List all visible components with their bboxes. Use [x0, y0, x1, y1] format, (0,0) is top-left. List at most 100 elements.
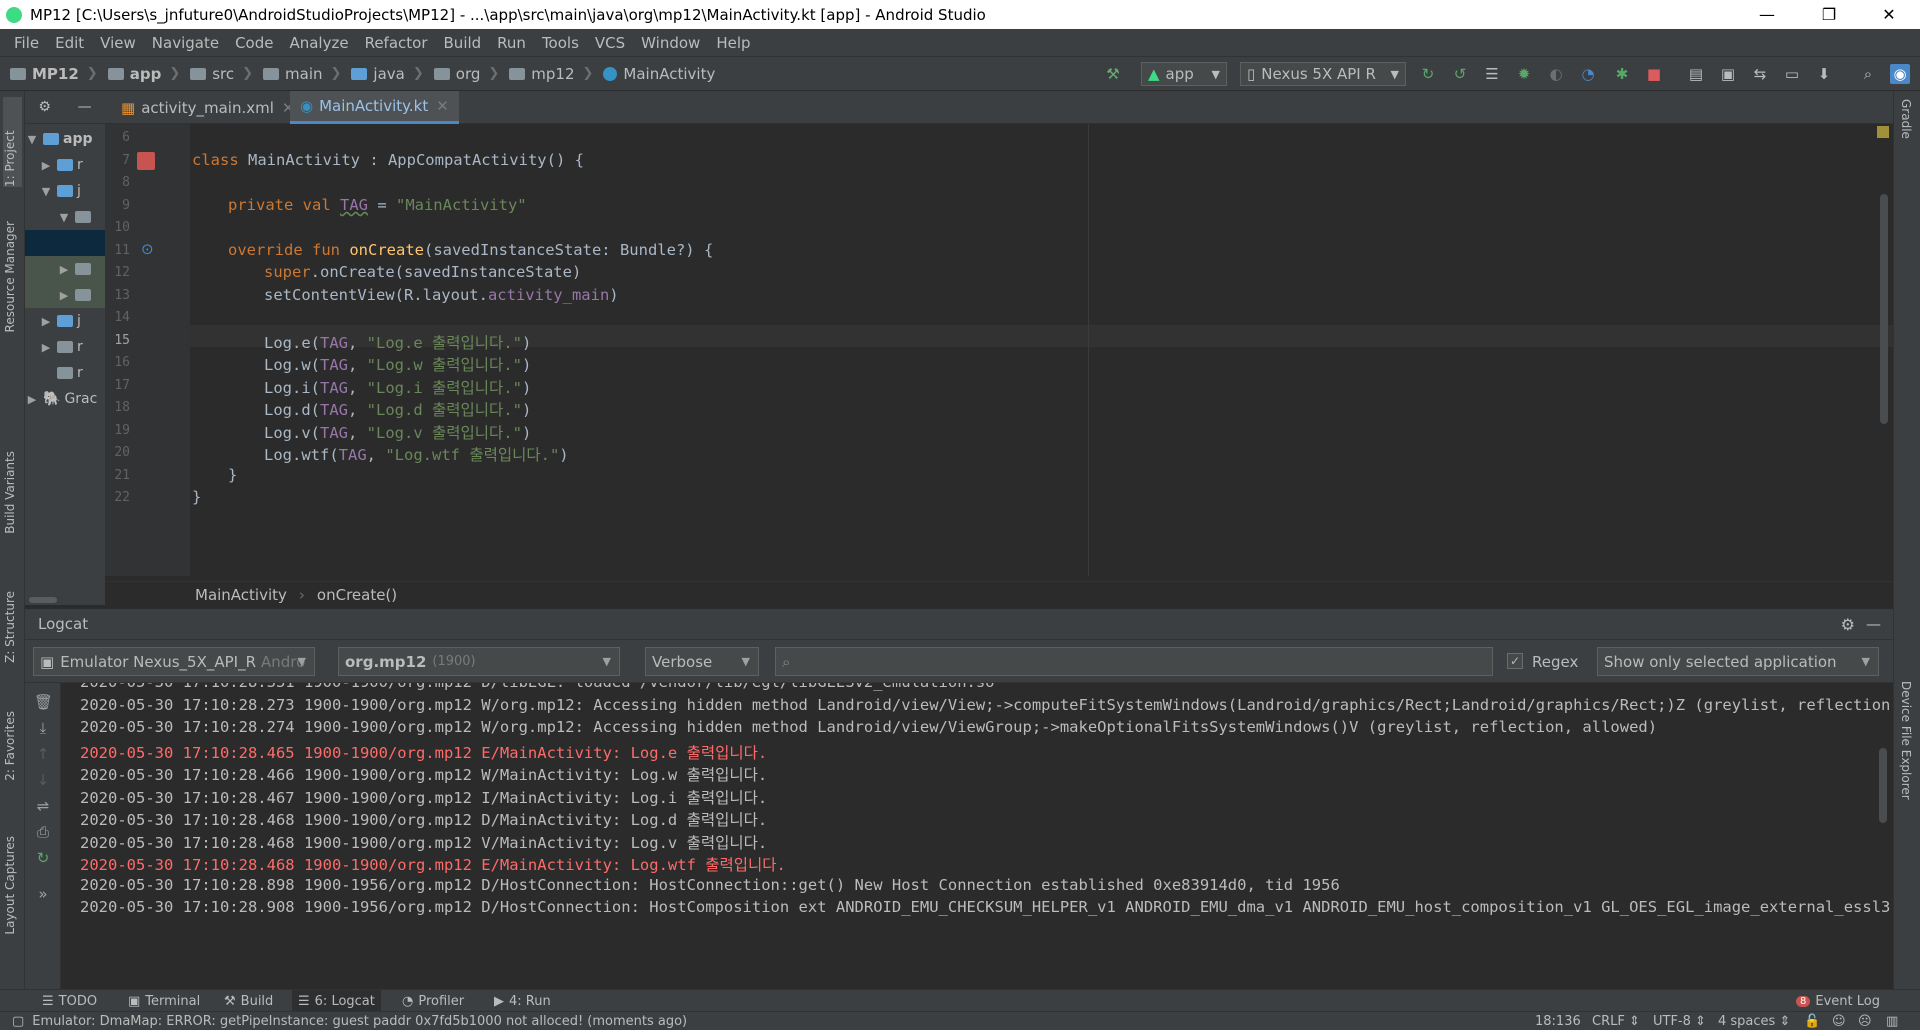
menu-edit[interactable]: Edit: [47, 34, 92, 52]
close-tab-icon[interactable]: ✕: [436, 97, 449, 115]
tab-device-file-explorer[interactable]: Device File Explorer: [1899, 681, 1913, 800]
sync-gradle-icon[interactable]: ▣: [1718, 64, 1738, 84]
inspection-status-icon[interactable]: [1877, 126, 1889, 138]
device-manager-icon[interactable]: ▭: [1782, 64, 1802, 84]
search-icon[interactable]: ⌕: [1858, 64, 1878, 84]
regex-checkbox[interactable]: ✓: [1507, 653, 1523, 669]
close-button[interactable]: ✕: [1866, 0, 1912, 29]
debug-icon[interactable]: ✹: [1514, 64, 1534, 84]
stop-icon[interactable]: ■: [1644, 64, 1664, 84]
tab-build-variants[interactable]: Build Variants: [3, 451, 17, 534]
line-separator[interactable]: CRLF ⇕: [1592, 1014, 1640, 1029]
tree-row[interactable]: ▶: [25, 282, 105, 308]
layout-preview-icon[interactable]: [137, 152, 155, 170]
tree-row[interactable]: ▼: [25, 204, 105, 230]
sdk-manager-icon[interactable]: ⬇: [1814, 64, 1834, 84]
menu-view[interactable]: View: [92, 34, 144, 52]
indent-setting[interactable]: 4 spaces ⇕: [1718, 1014, 1790, 1029]
crumb-app[interactable]: app ❯: [107, 65, 180, 83]
hammer-icon[interactable]: ⚒: [1103, 64, 1123, 84]
logcat-search-input[interactable]: ⌕: [775, 647, 1493, 676]
crumb-mp12[interactable]: mp12 ❯: [509, 65, 593, 83]
tree-row[interactable]: ▼ j: [25, 178, 105, 204]
tab-project[interactable]: 1: Project: [3, 97, 22, 187]
menu-tools[interactable]: Tools: [534, 34, 587, 52]
profile-icon[interactable]: ◔: [1578, 64, 1598, 84]
code-editor[interactable]: 6 7 8 9 10 11 12 13 14 15 16 17 18 19 20…: [105, 124, 1893, 576]
menu-help[interactable]: Help: [708, 34, 758, 52]
tree-row[interactable]: r: [25, 360, 105, 386]
menu-build[interactable]: Build: [436, 34, 490, 52]
menu-analyze[interactable]: Analyze: [281, 34, 356, 52]
breadcrumb-class[interactable]: MainActivity: [195, 586, 287, 604]
apply-changes-icon[interactable]: ↻: [1418, 64, 1438, 84]
run-list-icon[interactable]: ☰: [1482, 64, 1502, 84]
crumb-java[interactable]: java ❯: [351, 65, 424, 83]
tab-activity-main-xml[interactable]: ▦ activity_main.xml ✕: [111, 91, 304, 124]
tab-favorites[interactable]: 2: Favorites: [3, 711, 17, 781]
gear-icon[interactable]: ⚙: [38, 99, 51, 115]
coverage-icon[interactable]: ◐: [1546, 64, 1566, 84]
arrow-down-icon[interactable]: ↓: [34, 771, 52, 789]
scroll-to-end-icon[interactable]: ⤓: [34, 719, 52, 737]
caret-position[interactable]: 18:136: [1535, 1014, 1581, 1029]
arrow-up-icon[interactable]: ↑: [34, 745, 52, 763]
menu-file[interactable]: File: [6, 34, 47, 52]
print-icon[interactable]: ⎙: [34, 823, 52, 841]
file-encoding[interactable]: UTF-8 ⇕: [1653, 1014, 1706, 1029]
memory-icon[interactable]: ▥: [1886, 1014, 1898, 1029]
tree-row[interactable]: ▶ r: [25, 334, 105, 360]
menu-vcs[interactable]: VCS: [587, 34, 633, 52]
override-marker-icon[interactable]: ⊙: [141, 240, 154, 258]
apply-code-changes-icon[interactable]: ↺: [1450, 64, 1470, 84]
hide-icon[interactable]: —: [78, 99, 92, 115]
run-config-select[interactable]: ▲ app ▼: [1141, 62, 1227, 86]
logcat-scrollbar[interactable]: [1879, 748, 1887, 823]
project-structure-icon[interactable]: ▤: [1686, 64, 1706, 84]
attach-debugger-icon[interactable]: ✱: [1612, 64, 1632, 84]
tab-build[interactable]: ⚒ Build: [218, 990, 279, 1012]
crumb-project[interactable]: MP12 ❯: [10, 65, 98, 83]
tree-row[interactable]: ▶ j: [25, 308, 105, 334]
editor-scrollbar[interactable]: [1880, 194, 1888, 424]
menu-code[interactable]: Code: [227, 34, 281, 52]
frown-icon[interactable]: ☹: [1858, 1014, 1872, 1029]
tab-gradle[interactable]: Gradle: [1899, 99, 1913, 139]
trash-icon[interactable]: 🗑: [34, 693, 53, 711]
tab-mainactivity-kt[interactable]: ◉ MainActivity.kt ✕: [290, 91, 459, 124]
tab-event-log[interactable]: 8 Event Log: [1790, 990, 1886, 1012]
menu-refactor[interactable]: Refactor: [357, 34, 436, 52]
process-select[interactable]: org.mp12 (1900) ▼: [338, 647, 620, 676]
lock-icon[interactable]: 🔓: [1804, 1014, 1820, 1029]
minimize-button[interactable]: —: [1744, 0, 1790, 29]
menu-navigate[interactable]: Navigate: [144, 34, 227, 52]
logcat-output[interactable]: 2020-05-30 17:10:28.331 1900-1900/org.mp…: [61, 683, 1893, 989]
restart-icon[interactable]: ↻: [34, 849, 52, 867]
crumb-org[interactable]: org ❯: [433, 65, 499, 83]
tab-logcat[interactable]: ☰ 6: Logcat: [292, 990, 381, 1012]
tree-row[interactable]: ▼ app: [25, 126, 105, 152]
log-level-select[interactable]: Verbose ▼: [645, 647, 759, 676]
tree-row[interactable]: ▶ r: [25, 152, 105, 178]
device-select[interactable]: ▯ Nexus 5X API R ▼: [1240, 62, 1406, 86]
horizontal-scrollbar[interactable]: [29, 597, 57, 603]
filter-select[interactable]: Show only selected application ▼: [1597, 647, 1879, 676]
tab-terminal[interactable]: ▣ Terminal: [122, 990, 206, 1012]
tab-structure[interactable]: Z: Structure: [3, 591, 17, 663]
tab-profiler[interactable]: ◔ Profiler: [396, 990, 470, 1012]
tab-resource-manager[interactable]: Resource Manager: [3, 221, 17, 332]
tree-row[interactable]: ▶ 🐘 Grac: [25, 386, 105, 412]
account-icon[interactable]: ◉: [1890, 64, 1910, 84]
smile-icon[interactable]: ☺: [1832, 1014, 1846, 1029]
restore-button[interactable]: ❐: [1806, 0, 1852, 29]
device-select[interactable]: ▣ Emulator Nexus_5X_API_R Andro ▼: [33, 647, 315, 676]
avd-manager-icon[interactable]: ⇆: [1750, 64, 1770, 84]
menu-run[interactable]: Run: [489, 34, 534, 52]
tab-todo[interactable]: ☰ TODO: [36, 990, 103, 1012]
breadcrumb-method[interactable]: onCreate(): [317, 586, 397, 604]
gear-icon[interactable]: ⚙: [1841, 615, 1855, 634]
crumb-mainactivity[interactable]: MainActivity: [603, 65, 715, 83]
more-icon[interactable]: »: [34, 885, 52, 903]
tab-run[interactable]: ▶ 4: Run: [488, 990, 557, 1012]
crumb-main[interactable]: main ❯: [263, 65, 341, 83]
